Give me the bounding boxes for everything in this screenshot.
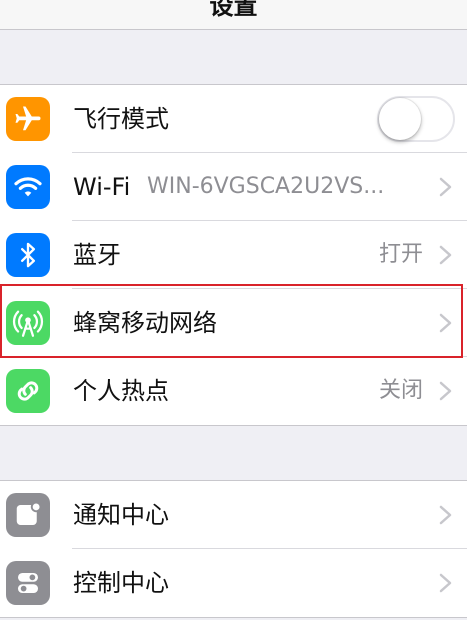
- personal-hotspot-row[interactable]: 个人热点 关闭: [0, 357, 467, 425]
- navigation-bar: 设置: [0, 0, 467, 30]
- notification-center-icon: [6, 493, 50, 537]
- notification-center-row[interactable]: 通知中心: [0, 481, 467, 549]
- control-center-icon: [6, 561, 50, 605]
- cellular-label: 蜂窝移动网络: [73, 309, 217, 337]
- toggle-knob: [379, 98, 421, 140]
- wifi-label: Wi-Fi: [73, 173, 131, 201]
- personal-hotspot-status: 关闭: [378, 378, 423, 403]
- personal-hotspot-label: 个人热点: [73, 377, 169, 405]
- hotspot-link-icon: [6, 369, 50, 413]
- airplane-icon: [6, 97, 50, 141]
- notification-center-label: 通知中心: [73, 501, 169, 529]
- cellular-antenna-icon: [6, 301, 50, 345]
- page-title: 设置: [209, 0, 258, 20]
- bluetooth-label: 蓝牙: [73, 241, 121, 269]
- airplane-mode-row: 飞行模式: [0, 85, 467, 153]
- chevron-right-icon: [439, 573, 452, 593]
- cellular-row[interactable]: 蜂窝移动网络: [0, 289, 467, 357]
- wifi-network-name: WIN-6VGSCA2U2VS...: [147, 174, 385, 199]
- chevron-right-icon: [439, 245, 452, 265]
- wifi-row[interactable]: Wi-Fi WIN-6VGSCA2U2VS...: [0, 153, 467, 221]
- airplane-mode-toggle[interactable]: [377, 96, 455, 142]
- control-center-label: 控制中心: [73, 569, 169, 597]
- control-center-row[interactable]: 控制中心: [0, 549, 467, 617]
- bluetooth-status: 打开: [378, 242, 423, 267]
- chevron-right-icon: [439, 313, 452, 333]
- chevron-right-icon: [439, 505, 452, 525]
- chevron-right-icon: [439, 177, 452, 197]
- system-settings-group: 通知中心 控制中心: [0, 480, 467, 618]
- wifi-icon: [6, 165, 50, 209]
- bluetooth-row[interactable]: 蓝牙 打开: [0, 221, 467, 289]
- chevron-right-icon: [439, 381, 452, 401]
- bluetooth-icon: [6, 233, 50, 277]
- network-settings-group: 飞行模式 Wi-Fi WIN-6VGSCA2U2VS... 蓝牙 打开 蜂窝移动…: [0, 84, 467, 426]
- airplane-mode-label: 飞行模式: [73, 105, 169, 133]
